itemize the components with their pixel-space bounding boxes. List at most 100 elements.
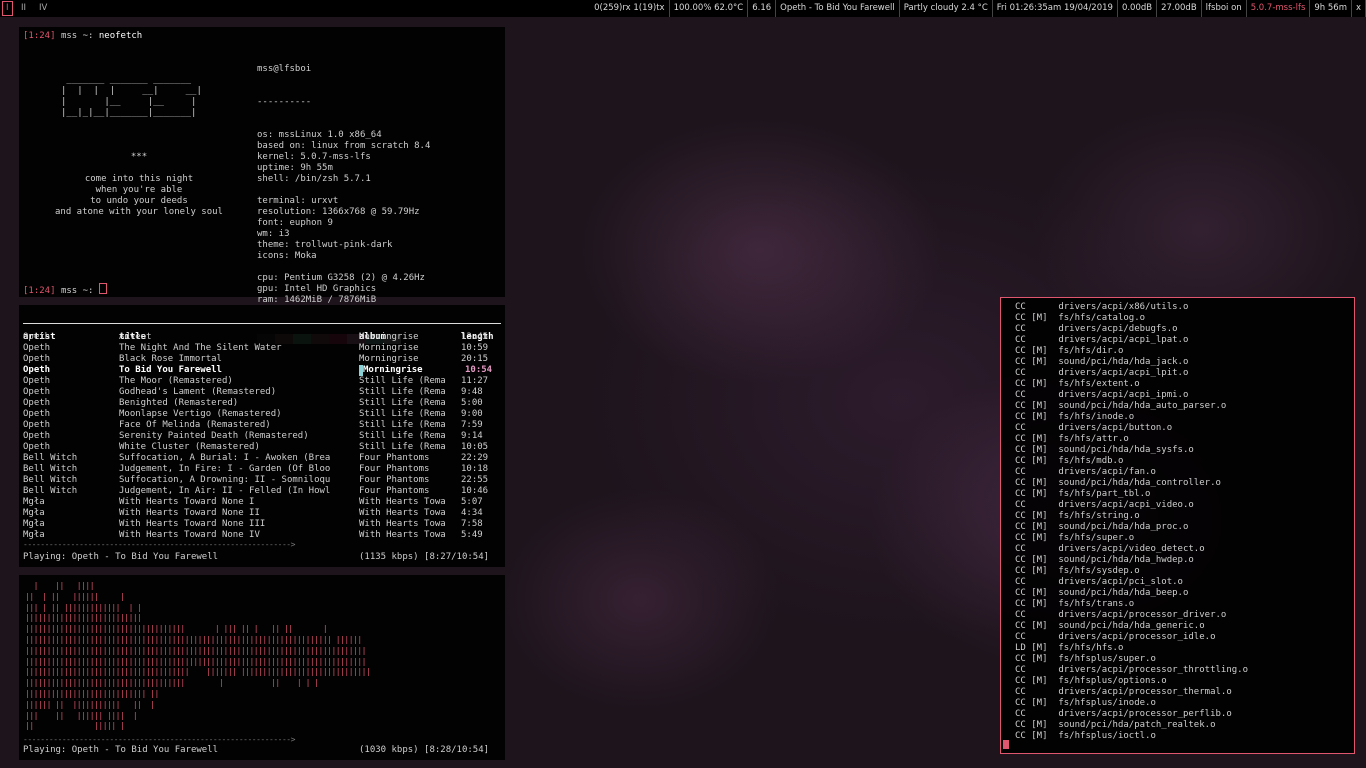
playlist-row[interactable]: Mgła With Hearts Toward None II With Heart…	[23, 508, 513, 519]
audio-visualizer: | || |||| || | || |||||| | ||| | || ||||||…	[25, 581, 371, 732]
status-block: Opeth - To Bid You Farewell	[776, 0, 900, 17]
track-artist: Opeth	[23, 431, 51, 441]
visualizer-line: || | || |||||| |	[25, 591, 125, 601]
track-title: Judgement, In Air: II - Felled (In Howl	[119, 486, 331, 496]
build-line: CC drivers/acpi/processor_idle.o	[1015, 632, 1216, 642]
quote-line: ***	[130, 152, 148, 162]
track-album: With Hearts Towa	[359, 519, 446, 529]
track-artist: Mgła	[23, 508, 45, 518]
playlist-row[interactable]: Opeth The Moor (Remastered) Still Life (Re…	[23, 376, 513, 387]
build-line: CC [M] sound/pci/hda/hda_controller.o	[1015, 478, 1221, 488]
playlist-row[interactable]: Opeth The Night And The Silent Water Morni…	[23, 343, 513, 354]
playlist-row[interactable]: Opeth Advent Morningrise 13:45	[23, 332, 513, 343]
sysinfo-line: terminal: urxvt	[257, 196, 339, 206]
workspace-2-button[interactable]: II	[18, 2, 29, 15]
status-block: 9h 56m	[1310, 0, 1352, 17]
visualizer-line: ||| | || ||||||||||||| | |	[25, 602, 142, 612]
visualizer-line: |||||||||||||||||||||||||||||||||||||| |…	[25, 667, 371, 677]
workspace-1-button[interactable]: I	[2, 1, 13, 16]
build-line: CC drivers/acpi/debugfs.o	[1015, 324, 1178, 334]
status-block: 0(259)rx 1(19)tx	[590, 0, 670, 17]
sysinfo-line: font: euphon 9	[257, 218, 333, 228]
playlist-row[interactable]: Opeth Black Rose Immortal Morningrise 20:15	[23, 354, 513, 365]
music-player-terminal[interactable]: artist title album length Opeth Advent Mor…	[19, 305, 505, 567]
track-title: Serenity Painted Death (Remastered)	[119, 431, 309, 441]
seek-bar[interactable]: ----------------------------------------…	[23, 539, 295, 550]
track-album: With Hearts Towa	[359, 497, 446, 507]
visualizer-line: |||||||||||||||||||||||||||| ||	[25, 688, 159, 698]
visualizer-terminal[interactable]: | || |||| || | || |||||| | ||| | || ||||||…	[19, 575, 505, 760]
track-album: Still Life (Rema	[359, 376, 446, 386]
bitrate-time: (1135 kbps) [8:27/10:54]	[359, 552, 490, 562]
playlist-row[interactable]: Opeth To Bid You Farewell Morningrise 10:54	[23, 365, 513, 376]
track-artist: Bell Witch	[23, 464, 78, 474]
visualizer-line: ||||||||||||||||||||||||||||||||||||||||…	[25, 645, 367, 655]
track-length: 13:45	[461, 332, 489, 342]
sysinfo-line: theme: trollwut-pink-dark	[257, 240, 393, 250]
build-output-terminal[interactable]: CC drivers/acpi/x86/utils.o CC [M] fs/hfs…	[1000, 297, 1355, 754]
track-length: 10:18	[461, 464, 489, 474]
track-title: White Cluster (Remastered)	[119, 442, 260, 452]
status-block: lfsboi on	[1202, 0, 1247, 17]
status-blocks: 0(259)rx 1(19)tx 100.00% 62.0°C 6.16 Opeth …	[590, 0, 1366, 17]
status-block: 5.0.7-mss-lfs	[1247, 0, 1311, 17]
playlist-row[interactable]: Bell Witch Suffocation, A Drowning: II - …	[23, 475, 513, 486]
track-length: 22:55	[461, 475, 489, 485]
track-title: With Hearts Toward None II	[119, 508, 260, 518]
track-length: 9:48	[461, 387, 483, 397]
build-line: CC [M] fs/hfs/part_tbl.o	[1015, 489, 1151, 499]
shell-prompt-2[interactable]: [1:24] mss ~:	[23, 283, 107, 297]
track-album: Still Life (Rema	[359, 420, 446, 430]
build-line: CC [M] fs/hfs/dir.o	[1015, 346, 1124, 356]
logo-line: | |__ |__ |	[61, 97, 197, 107]
build-line: CC [M] fs/hfs/extent.o	[1015, 379, 1140, 389]
build-line: CC drivers/acpi/acpi_lpit.o	[1015, 368, 1189, 378]
build-line: CC [M] sound/pci/hda/hda_proc.o	[1015, 522, 1189, 532]
track-title: Advent	[119, 332, 152, 342]
seek-bar-2[interactable]: ----------------------------------------…	[23, 734, 295, 745]
playlist-row[interactable]: Opeth Benighted (Remastered) Still Life (R…	[23, 398, 513, 409]
build-line: CC [M] fs/hfs/super.o	[1015, 533, 1135, 543]
track-title: With Hearts Toward None I	[119, 497, 255, 507]
playlist-row[interactable]: Opeth Face Of Melinda (Remastered) Still L…	[23, 420, 513, 431]
playlist-row[interactable]: Mgła With Hearts Toward None III With Hear…	[23, 519, 513, 530]
track-album: Still Life (Rema	[359, 387, 446, 397]
track-album: Morningrise	[359, 354, 419, 364]
playlist-row[interactable]: Opeth Godhead's Lament (Remastered) Still …	[23, 387, 513, 398]
track-title: The Night And The Silent Water	[119, 343, 282, 353]
playlist-row[interactable]: Bell Witch Judgement, In Fire: I - Garden…	[23, 464, 513, 475]
track-album: Four Phantoms	[359, 486, 430, 496]
playlist-row[interactable]: Opeth White Cluster (Remastered) Still Lif…	[23, 442, 513, 453]
sysinfo-line: cpu: Pentium G3258 (2) @ 4.26Hz	[257, 273, 425, 283]
header-rule	[23, 323, 501, 324]
build-line: CC [M] fs/hfs/trans.o	[1015, 599, 1135, 609]
playlist-row[interactable]: Opeth Serenity Painted Death (Remastered)…	[23, 431, 513, 442]
neofetch-terminal[interactable]: [1:24] mss ~: neofetch _______ _______ _…	[19, 27, 505, 344]
track-length: 10:59	[461, 343, 489, 353]
status-block: x	[1352, 0, 1366, 17]
playlist-row[interactable]: Bell Witch Judgement, In Air: II - Felled…	[23, 486, 513, 497]
track-length: 7:59	[461, 420, 483, 430]
track-length: 5:00	[461, 398, 483, 408]
separator: ----------	[257, 97, 312, 107]
build-line: CC [M] sound/pci/hda/hda_auto_parser.o	[1015, 401, 1227, 411]
track-album: Morningrise	[359, 365, 465, 376]
build-line: CC [M] sound/pci/hda/hda_sysfs.o	[1015, 445, 1194, 455]
build-line: LD [M] fs/hfs/hfs.o	[1015, 643, 1124, 653]
build-line: CC drivers/acpi/video_detect.o	[1015, 544, 1205, 554]
playlist-row[interactable]: Mgła With Hearts Toward None I With Hearts…	[23, 497, 513, 508]
workspace-4-button[interactable]: IV	[36, 2, 50, 15]
sysinfo-line: kernel: 5.0.7-mss-lfs	[257, 152, 371, 162]
build-line: CC drivers/acpi/processor_perflib.o	[1015, 709, 1232, 719]
logo-line: |__|_|__|_______|_______|	[61, 108, 197, 118]
playlist-row[interactable]: Opeth Moonlapse Vertigo (Remastered) Still…	[23, 409, 513, 420]
sysinfo-line: shell: /bin/zsh 5.7.1	[257, 174, 371, 184]
track-title: The Moor (Remastered)	[119, 376, 233, 386]
build-line: CC [M] sound/pci/hda/hda_hwdep.o	[1015, 555, 1194, 565]
build-line: CC drivers/acpi/processor_thermal.o	[1015, 687, 1232, 697]
track-artist: Opeth	[23, 365, 51, 375]
sysinfo-line: wm: i3	[257, 229, 290, 239]
track-length: 10:46	[461, 486, 489, 496]
playlist-row[interactable]: Bell Witch Suffocation, A Burial: I - Awo…	[23, 453, 513, 464]
track-length: 5:49	[461, 530, 483, 540]
